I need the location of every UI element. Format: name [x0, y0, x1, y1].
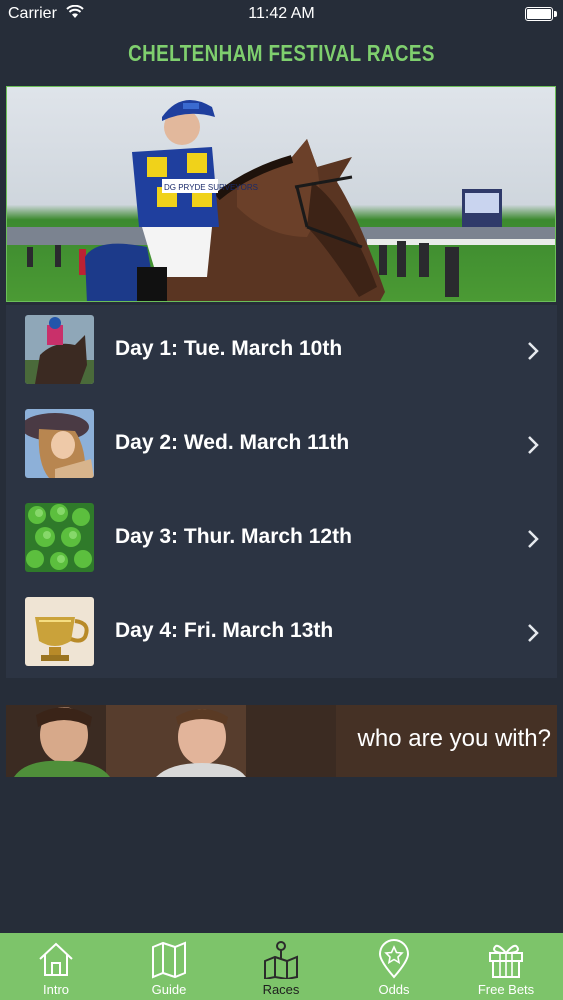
race-day-label: Day 1: Tue. March 10th [115, 337, 343, 360]
tab-guide[interactable]: Guide [113, 933, 225, 1000]
lady-in-hat-thumb [25, 409, 94, 478]
race-day-4[interactable]: Day 4: Fri. March 13th [6, 587, 557, 679]
race-day-3[interactable]: Day 3: Thur. March 12th [6, 493, 557, 585]
shamrock-thumb [25, 503, 94, 572]
page-title: CHELTENHAM FESTIVAL RACES [128, 40, 435, 66]
chevron-right-icon [528, 624, 539, 642]
tab-label: Intro [42, 982, 69, 997]
race-day-label: Day 4: Fri. March 13th [115, 619, 334, 642]
tab-free-bets[interactable]: Free Bets [450, 933, 562, 1000]
race-day-2[interactable]: Day 2: Wed. March 11th [6, 399, 557, 491]
tab-label: Free Bets [477, 982, 535, 997]
chevron-right-icon [528, 436, 539, 454]
race-list: Day 1: Tue. March 10th Day 2: Wed. March… [6, 305, 557, 678]
tab-label: Races [262, 982, 300, 997]
hero-image: DG PRYDE SURVEYORS [6, 86, 556, 302]
house-icon [39, 942, 73, 976]
ad-banner[interactable]: who are you with? [6, 705, 557, 777]
race-day-label: Day 2: Wed. March 11th [115, 431, 350, 454]
tab-races[interactable]: Races [225, 933, 337, 1000]
gold-cup-thumb [25, 597, 94, 666]
gift-icon [489, 944, 523, 978]
chevron-right-icon [528, 342, 539, 360]
ad-tagline: who are you with? [357, 725, 551, 752]
race-day-1[interactable]: Day 1: Tue. March 10th [6, 305, 557, 397]
map-icon [152, 941, 186, 979]
tab-label: Odds [378, 982, 410, 997]
horse-race-thumb [25, 315, 94, 384]
tab-odds[interactable]: Odds [338, 933, 450, 1000]
location-star-icon [378, 939, 410, 979]
race-day-label: Day 3: Thur. March 12th [115, 525, 352, 548]
chevron-right-icon [528, 530, 539, 548]
tab-label: Guide [151, 982, 187, 997]
map-pin-icon [264, 941, 298, 979]
status-bar: Carrier 11:42 AM [0, 0, 563, 28]
battery-icon [525, 7, 557, 21]
status-time: 11:42 AM [248, 5, 315, 22]
tab-intro[interactable]: Intro [0, 933, 112, 1000]
tab-bar: Intro Guide Races Odds Free Bets [0, 933, 563, 1000]
jockey-silks-text: DG PRYDE SURVEYORS [164, 183, 258, 192]
